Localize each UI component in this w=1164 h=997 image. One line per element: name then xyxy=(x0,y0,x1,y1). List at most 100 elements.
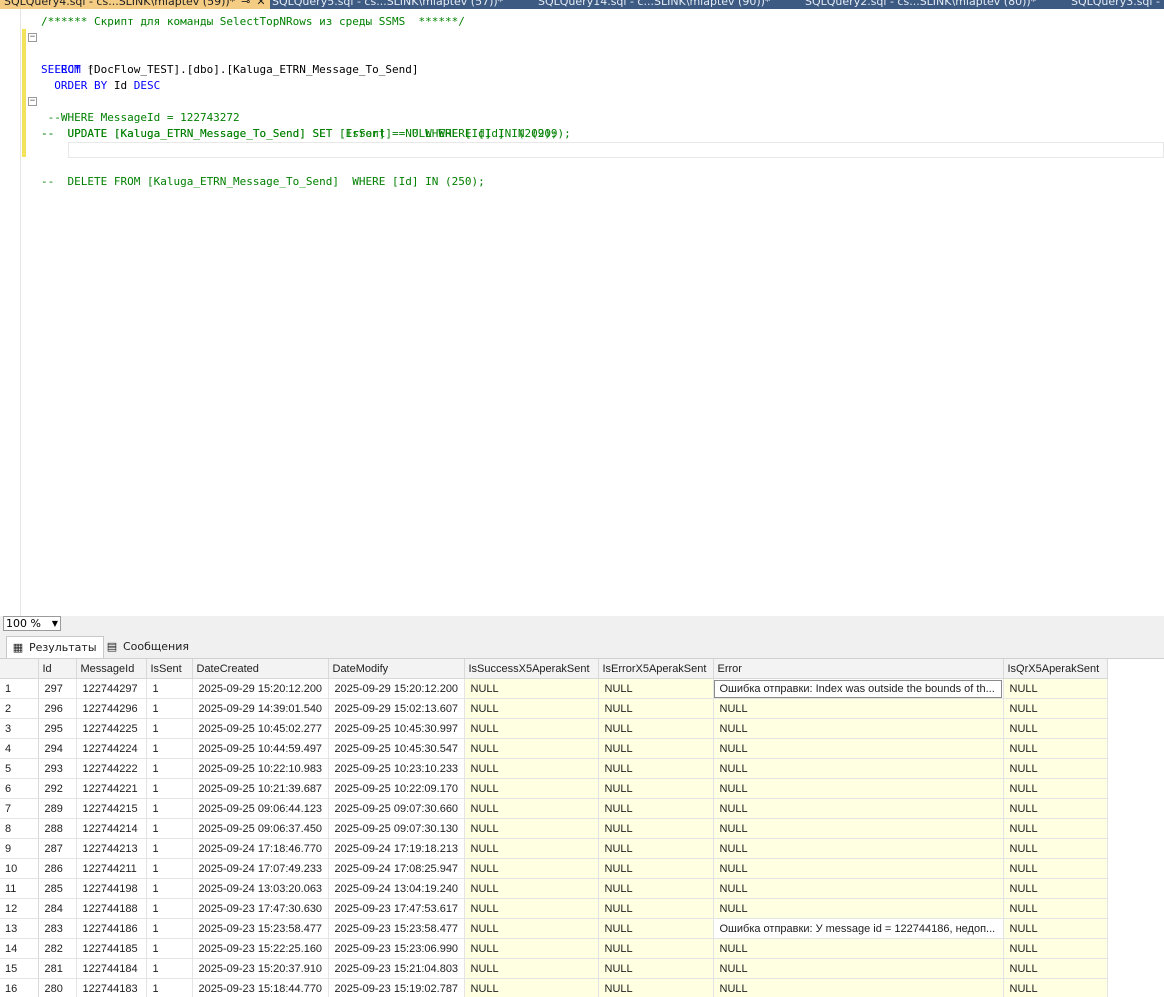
table-cell[interactable]: Ошибка отправки: Index was outside the b… xyxy=(713,678,1004,699)
table-cell[interactable]: NULL xyxy=(598,838,714,859)
table-cell[interactable]: 122744222 xyxy=(76,758,147,779)
table-cell[interactable]: NULL xyxy=(1003,758,1108,779)
table-cell[interactable]: NULL xyxy=(1003,918,1108,939)
table-row[interactable]: 8 288 122744214 1 2025-09-25 09:06:37.450 202… xyxy=(0,818,1108,839)
table-row[interactable]: 16 280 122744183 1 2025-09-23 15:18:44.770 20… xyxy=(0,978,1108,997)
table-cell[interactable]: NULL xyxy=(464,918,599,939)
table-cell[interactable]: 2025-09-25 09:06:37.450 xyxy=(192,818,329,839)
column-header[interactable]: IsSent xyxy=(146,659,193,679)
table-row[interactable]: 4 294 122744224 1 2025-09-25 10:44:59.497 202… xyxy=(0,738,1108,759)
zoom-select[interactable]: 100 % ▼ xyxy=(3,616,61,631)
table-cell[interactable]: 1 xyxy=(146,798,193,819)
table-cell[interactable]: NULL xyxy=(713,738,1004,759)
doc-tab-sqlquery5[interactable]: SQLQuery5.sql - cs...SLINK\mlaptev (57))… xyxy=(272,0,503,9)
table-cell[interactable]: NULL xyxy=(1003,938,1108,959)
table-cell[interactable]: 2025-09-24 17:19:18.213 xyxy=(328,838,465,859)
table-cell[interactable]: NULL xyxy=(1003,878,1108,899)
table-cell[interactable]: Ошибка отправки: У message id = 12274418… xyxy=(713,918,1004,939)
column-header[interactable]: Error xyxy=(713,659,1004,679)
table-cell[interactable]: 280 xyxy=(38,978,77,997)
doc-tab-sqlquery4[interactable]: SQLQuery4.sql - cs...SLINK\mlaptev (59))… xyxy=(0,0,270,9)
table-row[interactable]: 13 283 122744186 1 2025-09-23 15:23:58.477 20… xyxy=(0,918,1108,939)
table-cell[interactable]: NULL xyxy=(713,698,1004,719)
table-cell[interactable]: 2025-09-23 15:23:06.990 xyxy=(328,938,465,959)
table-cell[interactable]: NULL xyxy=(713,818,1004,839)
table-cell[interactable]: 2025-09-29 15:20:12.200 xyxy=(192,678,329,699)
table-cell[interactable]: 2025-09-29 14:39:01.540 xyxy=(192,698,329,719)
table-cell[interactable]: 2025-09-25 09:07:30.130 xyxy=(328,818,465,839)
row-number-cell[interactable]: 6 xyxy=(0,778,39,799)
column-header[interactable]: DateModify xyxy=(328,659,465,679)
table-cell[interactable]: NULL xyxy=(713,838,1004,859)
table-cell[interactable]: 1 xyxy=(146,718,193,739)
table-cell[interactable]: 1 xyxy=(146,878,193,899)
table-cell[interactable]: NULL xyxy=(598,958,714,979)
table-cell[interactable]: NULL xyxy=(598,718,714,739)
row-number-cell[interactable]: 13 xyxy=(0,918,39,939)
table-cell[interactable]: 2025-09-23 15:19:02.787 xyxy=(328,978,465,997)
column-header[interactable]: IsQrX5AperakSent xyxy=(1003,659,1108,679)
table-cell[interactable]: 283 xyxy=(38,918,77,939)
collapse-icon[interactable]: − xyxy=(28,33,37,42)
table-cell[interactable]: 2025-09-23 15:23:58.477 xyxy=(328,918,465,939)
tab-results[interactable]: ▦ Результаты xyxy=(6,636,104,658)
table-cell[interactable]: 122744297 xyxy=(76,678,147,699)
table-cell[interactable]: NULL xyxy=(464,798,599,819)
table-cell[interactable]: 122744215 xyxy=(76,798,147,819)
table-cell[interactable]: NULL xyxy=(598,678,714,699)
row-number-cell[interactable]: 8 xyxy=(0,818,39,839)
table-cell[interactable]: NULL xyxy=(464,838,599,859)
table-row[interactable]: 1 297 122744297 1 2025-09-29 15:20:12.200 202… xyxy=(0,678,1108,699)
row-number-cell[interactable]: 14 xyxy=(0,938,39,959)
table-cell[interactable]: NULL xyxy=(464,698,599,719)
table-cell[interactable]: 289 xyxy=(38,798,77,819)
column-header[interactable]: MessageId xyxy=(76,659,147,679)
table-cell[interactable]: 295 xyxy=(38,718,77,739)
table-cell[interactable]: NULL xyxy=(598,758,714,779)
table-cell[interactable]: 286 xyxy=(38,858,77,879)
table-cell[interactable]: 1 xyxy=(146,838,193,859)
table-cell[interactable]: 282 xyxy=(38,938,77,959)
table-cell[interactable]: NULL xyxy=(1003,678,1108,699)
table-cell[interactable]: 1 xyxy=(146,918,193,939)
pin-icon[interactable]: ⊸ xyxy=(241,0,250,8)
table-cell[interactable]: 122744213 xyxy=(76,838,147,859)
table-cell[interactable]: 1 xyxy=(146,778,193,799)
table-cell[interactable]: NULL xyxy=(1003,838,1108,859)
table-cell[interactable]: 293 xyxy=(38,758,77,779)
table-cell[interactable]: NULL xyxy=(464,938,599,959)
table-cell[interactable]: 122744214 xyxy=(76,818,147,839)
row-number-cell[interactable]: 7 xyxy=(0,798,39,819)
table-cell[interactable]: 2025-09-24 13:03:20.063 xyxy=(192,878,329,899)
table-cell[interactable]: 2025-09-25 09:06:44.123 xyxy=(192,798,329,819)
table-cell[interactable]: NULL xyxy=(1003,798,1108,819)
table-cell[interactable]: 1 xyxy=(146,898,193,919)
table-cell[interactable]: NULL xyxy=(464,718,599,739)
table-cell[interactable]: 2025-09-25 10:45:30.997 xyxy=(328,718,465,739)
table-cell[interactable]: 284 xyxy=(38,898,77,919)
table-cell[interactable]: 1 xyxy=(146,758,193,779)
chevron-down-icon[interactable]: ▼ xyxy=(52,617,58,631)
table-cell[interactable]: 2025-09-23 15:18:44.770 xyxy=(192,978,329,997)
table-cell[interactable]: 288 xyxy=(38,818,77,839)
table-cell[interactable]: 2025-09-24 17:18:46.770 xyxy=(192,838,329,859)
close-icon[interactable]: ✕ xyxy=(256,0,265,8)
doc-tab-sqlquery3[interactable]: SQLQuery3.sql - c xyxy=(1071,0,1164,9)
row-number-cell[interactable]: 4 xyxy=(0,738,39,759)
row-number-cell[interactable]: 11 xyxy=(0,878,39,899)
table-cell[interactable]: NULL xyxy=(1003,818,1108,839)
table-row[interactable]: 5 293 122744222 1 2025-09-25 10:22:10.983 202… xyxy=(0,758,1108,779)
table-cell[interactable]: 1 xyxy=(146,978,193,997)
table-cell[interactable]: 1 xyxy=(146,958,193,979)
table-cell[interactable]: 1 xyxy=(146,858,193,879)
table-cell[interactable]: 2025-09-25 10:23:10.233 xyxy=(328,758,465,779)
table-cell[interactable]: 2025-09-25 10:45:02.277 xyxy=(192,718,329,739)
table-cell[interactable]: 122744186 xyxy=(76,918,147,939)
table-cell[interactable]: NULL xyxy=(464,738,599,759)
row-number-cell[interactable]: 3 xyxy=(0,718,39,739)
table-cell[interactable]: NULL xyxy=(464,878,599,899)
table-row[interactable]: 7 289 122744215 1 2025-09-25 09:06:44.123 202… xyxy=(0,798,1108,819)
doc-tab-sqlquery14[interactable]: SQLQuery14.sql - c...SLINK\mlaptev (90))… xyxy=(538,0,770,9)
table-cell[interactable]: NULL xyxy=(464,818,599,839)
table-cell[interactable]: NULL xyxy=(1003,978,1108,997)
